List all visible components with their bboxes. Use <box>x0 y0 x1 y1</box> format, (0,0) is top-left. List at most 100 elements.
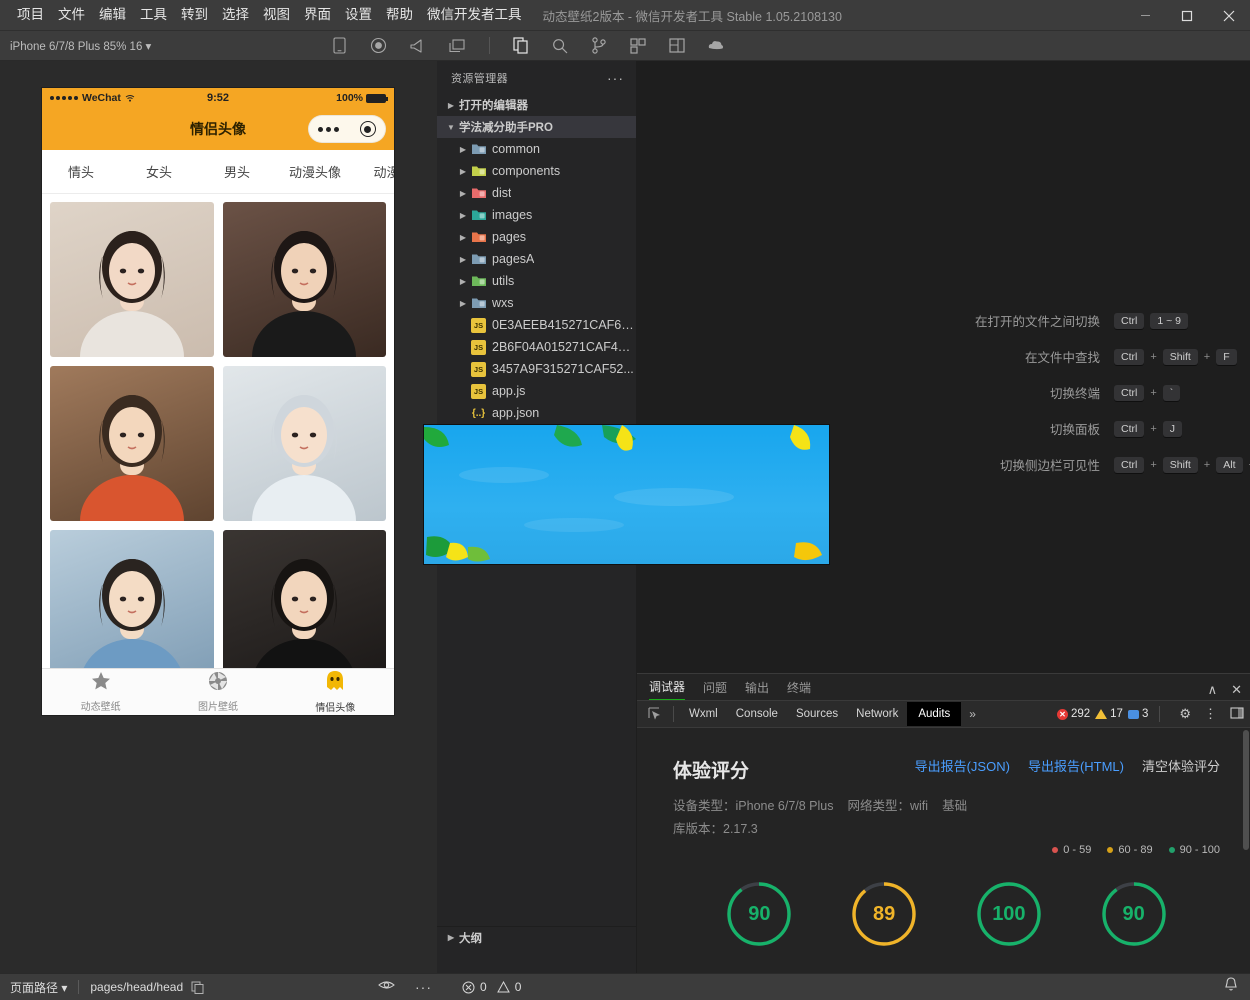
audits-link-1[interactable]: 导出报告(HTML) <box>1028 756 1124 775</box>
explorer-section-1[interactable]: ▼学法减分助手PRO <box>437 116 636 138</box>
explorer-more-icon[interactable]: ··· <box>607 70 624 86</box>
photo-cell-6[interactable] <box>223 530 387 685</box>
shortcut-keys: Ctrl+J <box>1114 421 1182 437</box>
debug-icon[interactable] <box>668 37 685 54</box>
phone-tab-3[interactable]: 动漫头像 <box>276 162 354 181</box>
explorer-file-3[interactable]: JSapp.js <box>437 380 636 402</box>
devtools-tab-network[interactable]: Network <box>847 704 907 724</box>
explorer-file-1[interactable]: JS2B6F04A015271CAF4D... <box>437 336 636 358</box>
status-problem-counts[interactable]: 0 0 <box>462 980 521 994</box>
key-cap: Ctrl <box>1114 313 1144 329</box>
cloud-icon[interactable] <box>707 37 724 54</box>
devtools-scrollbar[interactable] <box>1243 730 1249 850</box>
photo-cell-5[interactable] <box>50 530 214 685</box>
devtools-tab-list[interactable]: WxmlConsoleSourcesNetworkAudits <box>680 702 961 726</box>
info-count[interactable]: 3 <box>1128 708 1148 720</box>
phone-category-tabs[interactable]: 情头女头男头动漫头像动漫情 <box>42 150 394 194</box>
phone-tab-2[interactable]: 男头 <box>198 162 276 181</box>
audits-link-2[interactable]: 清空体验评分 <box>1142 756 1220 775</box>
files-icon[interactable] <box>512 37 529 54</box>
copy-icon[interactable] <box>191 981 204 994</box>
wechat-capsule-menu[interactable] <box>308 115 386 143</box>
phone-icon[interactable] <box>331 37 348 54</box>
extensions-icon[interactable] <box>629 37 646 54</box>
devtools-issue-counts[interactable]: ✕ 292 17 3 ⚙ ⋮ <box>1057 706 1250 722</box>
devtools-tab-audits[interactable]: Audits <box>907 702 961 726</box>
kebab-menu-icon[interactable]: ⋮ <box>1204 706 1217 722</box>
key-cap: 1 ~ 9 <box>1150 313 1188 329</box>
tabbar-item-0[interactable]: 动态壁纸 <box>42 669 159 715</box>
close-button[interactable] <box>1208 0 1250 31</box>
menu-item-4[interactable]: 转到 <box>174 4 215 26</box>
menu-item-9[interactable]: 帮助 <box>379 4 420 26</box>
audits-link-0[interactable]: 导出报告(JSON) <box>915 756 1010 775</box>
inspect-element-icon[interactable] <box>643 707 667 721</box>
status-more-icon[interactable]: ··· <box>415 979 432 995</box>
tabbar-item-2[interactable]: 情侣头像 <box>277 669 394 715</box>
menu-item-10[interactable]: 微信开发者工具 <box>420 4 529 26</box>
more-dots-icon[interactable] <box>318 127 339 132</box>
phone-tab-bar[interactable]: 动态壁纸图片壁纸情侣头像 <box>42 668 394 715</box>
search-icon[interactable] <box>551 37 568 54</box>
devtools-panel-tab-3[interactable]: 终端 <box>787 679 811 700</box>
bell-icon[interactable] <box>1224 977 1238 997</box>
outline-section[interactable]: ▶ 大纲 <box>437 926 636 948</box>
error-count[interactable]: ✕ 292 <box>1057 708 1090 720</box>
phone-tab-1[interactable]: 女头 <box>120 162 198 181</box>
explorer-folder-images[interactable]: ▶images <box>437 204 636 226</box>
warning-count[interactable]: 17 <box>1095 708 1123 720</box>
dock-side-icon[interactable] <box>1230 707 1244 722</box>
explorer-folder-common[interactable]: ▶common <box>437 138 636 160</box>
phone-simulator[interactable]: WeChat 9:52 100% 情侣头像 情头女头男头动漫头像动漫情 动态壁纸… <box>42 88 394 715</box>
folder-icon <box>471 295 487 311</box>
photo-cell-1[interactable] <box>50 202 214 357</box>
menu-item-0[interactable]: 项目 <box>10 4 51 26</box>
menu-item-1[interactable]: 文件 <box>51 4 92 26</box>
image-preview[interactable] <box>424 425 829 564</box>
phone-tab-4[interactable]: 动漫情 <box>354 162 394 181</box>
window-icon[interactable] <box>448 37 465 54</box>
devtools-tab-sources[interactable]: Sources <box>787 704 847 724</box>
maximize-button[interactable] <box>1166 0 1208 31</box>
explorer-folder-dist[interactable]: ▶dist <box>437 182 636 204</box>
photo-cell-3[interactable] <box>50 366 214 521</box>
photo-cell-2[interactable] <box>223 202 387 357</box>
explorer-file-4[interactable]: {..}app.json <box>437 402 636 424</box>
explorer-folder-pagesA[interactable]: ▶pagesA <box>437 248 636 270</box>
source-control-icon[interactable] <box>590 37 607 54</box>
gear-icon[interactable]: ⚙ <box>1179 706 1191 722</box>
explorer-folder-utils[interactable]: ▶utils <box>437 270 636 292</box>
explorer-file-2[interactable]: JS3457A9F315271CAF52... <box>437 358 636 380</box>
menu-item-2[interactable]: 编辑 <box>92 4 133 26</box>
devtools-panel-tab-2[interactable]: 输出 <box>745 679 769 700</box>
explorer-folder-pages[interactable]: ▶pages <box>437 226 636 248</box>
explorer-folder-components[interactable]: ▶components <box>437 160 636 182</box>
record-icon[interactable] <box>370 37 387 54</box>
menu-item-5[interactable]: 选择 <box>215 4 256 26</box>
menu-item-7[interactable]: 界面 <box>297 4 338 26</box>
explorer-folder-wxs[interactable]: ▶wxs <box>437 292 636 314</box>
menu-item-3[interactable]: 工具 <box>133 4 174 26</box>
speaker-icon[interactable] <box>409 37 426 54</box>
eye-icon[interactable] <box>378 978 395 996</box>
photo-cell-4[interactable] <box>223 366 387 521</box>
devtools-tab-wxml[interactable]: Wxml <box>680 704 727 724</box>
phone-tab-0[interactable]: 情头 <box>42 162 120 181</box>
collapse-panel-button[interactable]: ∧ <box>1208 682 1218 698</box>
close-target-icon[interactable] <box>360 121 376 137</box>
explorer-file-0[interactable]: JS0E3AEEB415271CAF68... <box>437 314 636 336</box>
simulator-device-select[interactable]: iPhone 6/7/8 Plus 85% 16 ▾ <box>0 39 151 53</box>
tabbar-item-1[interactable]: 图片壁纸 <box>159 669 276 715</box>
shortcut-keys: Ctrl+Shift+Alt+B <box>1114 457 1250 473</box>
devtools-overflow-icon[interactable]: » <box>961 707 984 721</box>
explorer-section-0[interactable]: ▶打开的编辑器 <box>437 94 636 116</box>
devtools-panel-tab-1[interactable]: 问题 <box>703 679 727 700</box>
menu-item-8[interactable]: 设置 <box>338 4 379 26</box>
close-panel-button[interactable]: ✕ <box>1231 682 1242 698</box>
devtools-panel-tabs[interactable]: 调试器问题输出终端 ∧ ✕ <box>637 674 1250 700</box>
menu-item-6[interactable]: 视图 <box>256 4 297 26</box>
devtools-panel-tab-0[interactable]: 调试器 <box>649 678 685 700</box>
minimize-button[interactable] <box>1124 0 1166 31</box>
page-path-dropdown[interactable]: 页面路径 ▾ <box>10 979 67 996</box>
devtools-tab-console[interactable]: Console <box>727 704 787 724</box>
